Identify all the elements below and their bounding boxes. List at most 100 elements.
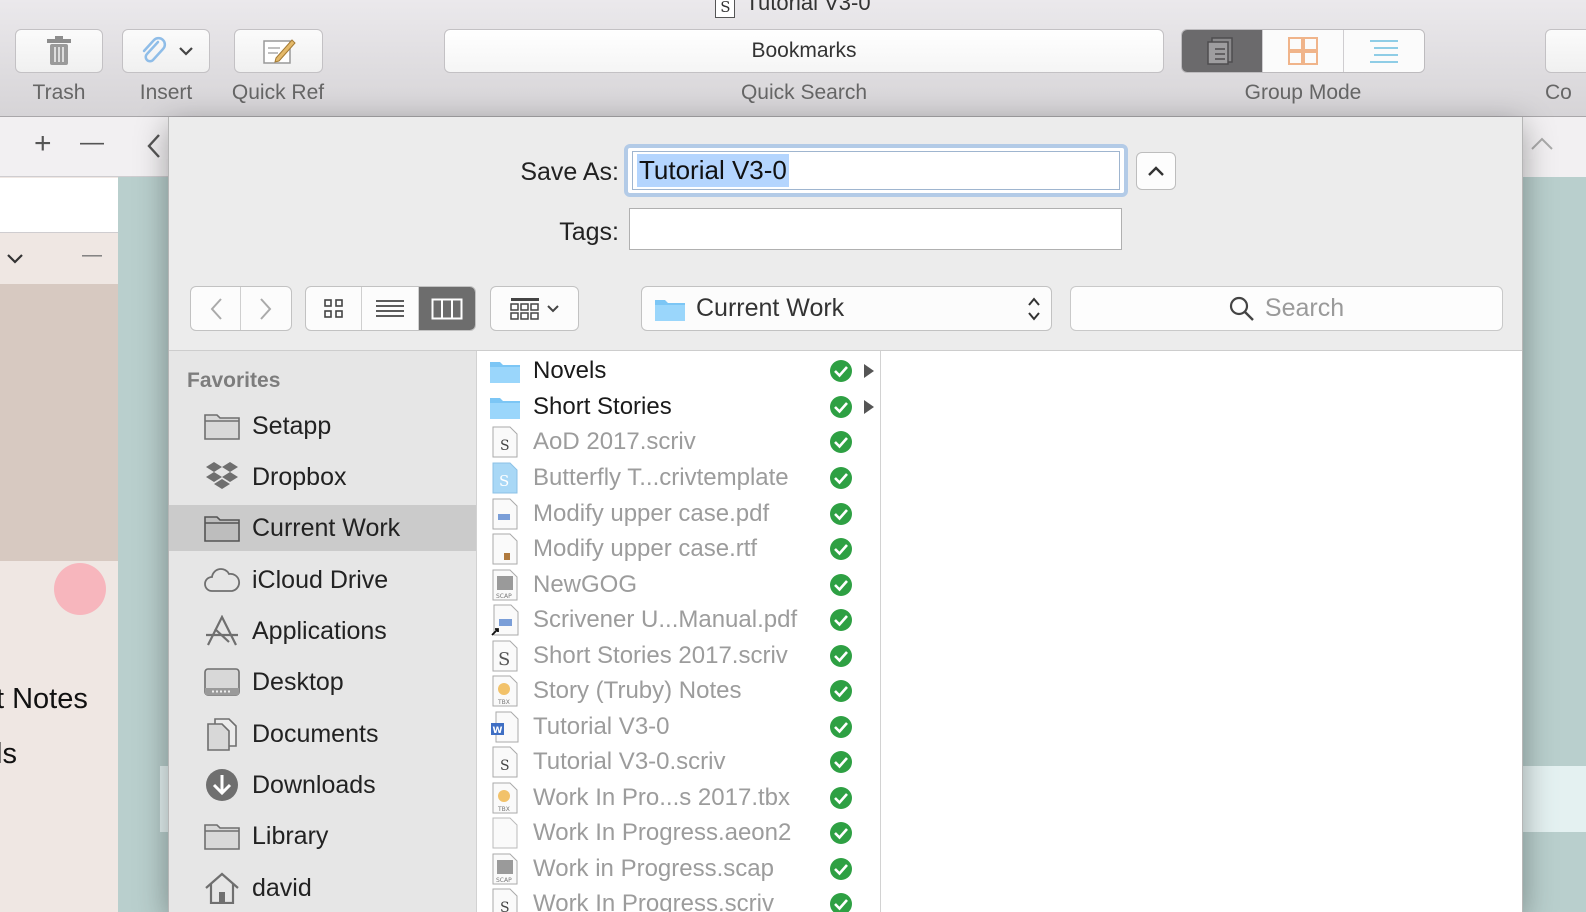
file-row[interactable]: Modify upper case.pdf (477, 496, 880, 532)
sync-check-icon (830, 858, 852, 880)
sync-check-icon (830, 538, 852, 560)
sidebar-item-home[interactable]: david (169, 865, 476, 911)
column-view-button[interactable] (418, 287, 475, 330)
outline-view-icon (1207, 37, 1233, 65)
word-file-icon: W (489, 711, 521, 743)
binder-item-truncated[interactable]: ls (0, 738, 17, 771)
list-view-button[interactable] (362, 287, 419, 330)
pdf-file-icon (489, 498, 521, 530)
sync-check-icon (830, 716, 852, 738)
file-row[interactable]: Modify upper case.rtf (477, 531, 880, 567)
svg-text:TBX: TBX (497, 806, 510, 813)
group-mode-control (1181, 29, 1425, 73)
scapple-file-icon: SCAP (489, 853, 521, 885)
location-popup[interactable]: Current Work (641, 286, 1052, 331)
collapse-button[interactable]: — (82, 244, 102, 267)
arrange-menu-button[interactable] (490, 286, 579, 331)
sidebar-item-current-work[interactable]: Current Work (169, 505, 476, 551)
add-button[interactable]: + (34, 127, 52, 161)
forward-nav-button[interactable] (241, 287, 291, 330)
insert-button[interactable] (122, 29, 210, 73)
file-row-short-stories[interactable]: Short Stories (477, 389, 880, 425)
expand-dialog-button[interactable] (1136, 152, 1176, 190)
chevron-down-icon (7, 254, 23, 264)
chevron-up-icon (1148, 166, 1164, 176)
sync-check-icon (830, 893, 852, 912)
location-name: Current Work (696, 294, 845, 322)
file-row[interactable]: W Tutorial V3-0 (477, 709, 880, 745)
file-row[interactable]: S Short Stories 2017.scriv (477, 638, 880, 674)
file-row[interactable]: Scrivener U...Manual.pdf (477, 602, 880, 638)
sidebar-item-dropbox[interactable]: Dropbox (169, 454, 476, 500)
arrange-menu-inner (491, 287, 578, 330)
save-as-selected-text: Tutorial V3-0 (637, 154, 789, 187)
binder-item-notes[interactable]: t Notes (0, 683, 88, 716)
file-row[interactable]: Work In Progress.aeon2 (477, 815, 880, 851)
sidebar-item-icloud-drive[interactable]: iCloud Drive (169, 557, 476, 603)
back-nav-button[interactable] (191, 287, 242, 330)
binder-search-area (0, 178, 118, 233)
tbx-file-icon: TBX (489, 675, 521, 707)
sync-check-icon (830, 609, 852, 631)
corkboard-icon (1288, 37, 1318, 65)
sidebar-item-desktop[interactable]: Desktop (169, 659, 476, 705)
group-mode-label: Group Mode (1244, 81, 1362, 104)
paperclip-icon (142, 36, 167, 63)
file-row[interactable]: S Work In Progress.scriv (477, 886, 880, 912)
quick-ref-button[interactable] (234, 29, 323, 73)
sidebar-item-applications[interactable]: Applications (169, 608, 476, 654)
chevron-right-icon (260, 297, 272, 320)
icon-view-button[interactable] (306, 287, 363, 330)
sidebar-item-downloads[interactable]: Downloads (169, 762, 476, 808)
search-field[interactable]: Search (1070, 286, 1503, 331)
tags-input[interactable] (629, 208, 1122, 250)
preview-column (881, 351, 1522, 912)
file-row[interactable]: S Tutorial V3-0.scriv (477, 744, 880, 780)
cloud-icon (203, 564, 241, 596)
file-row-novels[interactable]: Novels (477, 353, 880, 389)
editor-highlight-right (1522, 766, 1586, 832)
svg-text:S: S (500, 758, 510, 774)
insert-label: Insert (139, 81, 193, 104)
trash-button[interactable] (15, 29, 103, 73)
file-row[interactable]: TBX Work In Pro...s 2017.tbx (477, 780, 880, 816)
column-view-icon (431, 298, 463, 319)
scrivener-doc-icon: S (715, 0, 736, 18)
home-icon (203, 872, 241, 904)
compose-button[interactable] (1545, 29, 1586, 73)
file-row[interactable]: SCAP Work in Progress.scap (477, 851, 880, 887)
label-color-dot (54, 563, 106, 615)
bookmarks-field[interactable]: Bookmarks (444, 29, 1164, 73)
remove-button[interactable]: — (80, 129, 104, 157)
folder-icon (489, 355, 521, 387)
search-icon (1229, 296, 1254, 321)
sync-check-icon (830, 360, 852, 382)
file-row[interactable]: TBX Story (Truby) Notes (477, 673, 880, 709)
tags-label: Tags: (559, 218, 619, 246)
arrange-grid-icon (509, 297, 539, 320)
save-dialog: Save As: Tutorial V3-0 Tags: Current Wor… (168, 117, 1523, 912)
window-title: S Tutorial V3-0 (0, 0, 1586, 18)
quick-ref-icon (262, 39, 296, 64)
folder-icon (203, 820, 241, 852)
back-button[interactable] (118, 117, 170, 177)
sync-check-icon (830, 822, 852, 844)
sidebar-item-setapp[interactable]: Setapp (169, 403, 476, 449)
group-mode-corkboard-button[interactable] (1182, 30, 1263, 72)
file-row[interactable]: S AoD 2017.scriv (477, 424, 880, 460)
history-nav (190, 286, 292, 331)
save-as-label: Save As: (520, 158, 619, 186)
desktop-icon (203, 666, 241, 698)
svg-text:W: W (493, 726, 503, 736)
group-mode-grid-button[interactable] (1263, 30, 1344, 72)
sidebar-item-library[interactable]: Library (169, 813, 476, 859)
file-row[interactable]: SCAP NewGOG (477, 567, 880, 603)
group-mode-list-button[interactable] (1344, 30, 1424, 72)
favorites-heading: Favorites (187, 369, 281, 392)
rtf-file-icon (489, 533, 521, 565)
download-icon (203, 769, 241, 801)
file-row[interactable]: S Butterfly T...crivtemplate (477, 460, 880, 496)
compose-label: Co (1545, 81, 1572, 104)
save-as-input[interactable]: Tutorial V3-0 (632, 151, 1120, 190)
sidebar-item-documents[interactable]: Documents (169, 711, 476, 757)
